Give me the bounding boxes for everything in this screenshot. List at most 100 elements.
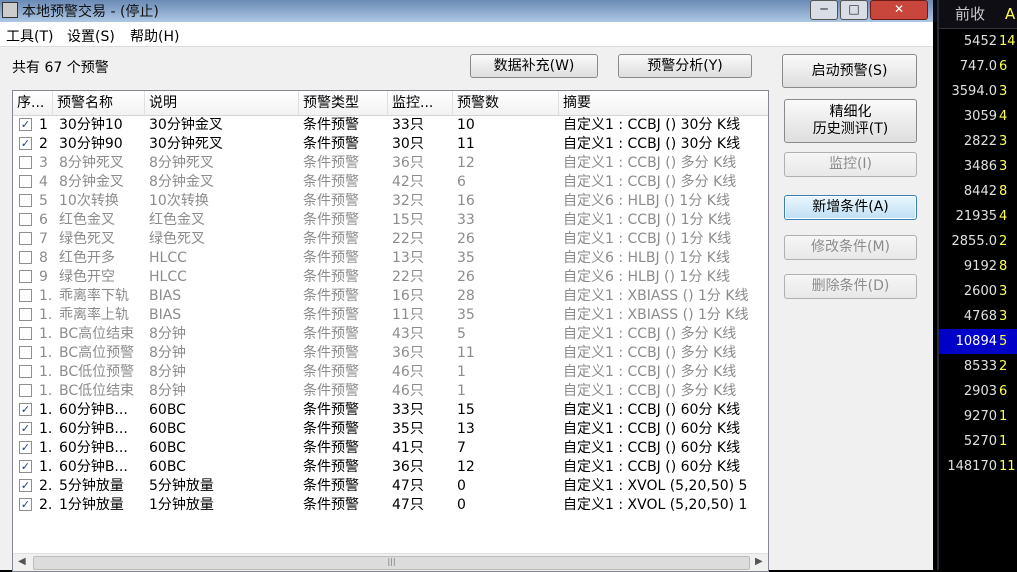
maximize-button[interactable]: □ bbox=[840, 0, 868, 20]
extra-value: 3 bbox=[999, 309, 1008, 324]
prev-close-value: 21935 bbox=[955, 209, 997, 224]
row-checkbox[interactable] bbox=[19, 213, 32, 226]
market-row[interactable]: 2903 6 bbox=[939, 379, 1017, 404]
market-row[interactable]: 747.0 6 bbox=[939, 54, 1017, 79]
market-row[interactable]: 2822 3 bbox=[939, 129, 1017, 154]
list-row[interactable]: 1. BC低位结束 8分钟 条件预警 46只 1 自定义1 : CCBJ () 多分 K线 bbox=[13, 382, 768, 401]
row-seq: 1 bbox=[39, 117, 48, 133]
row-checkbox[interactable]: ✓ bbox=[19, 498, 32, 511]
col-monitor[interactable]: 监控... bbox=[388, 91, 453, 115]
market-row[interactable]: 5270 1 bbox=[939, 429, 1017, 454]
list-row[interactable]: 1. BC高位结束 8分钟 条件预警 43只 5 自定义1 : CCBJ () 多分 K线 bbox=[13, 325, 768, 344]
list-row[interactable]: ✓ 1. 60分钟B... 60BC 条件预警 35只 13 自定义1 : CCBJ () 6… bbox=[13, 420, 768, 439]
row-checkbox[interactable] bbox=[19, 384, 32, 397]
market-row[interactable]: 9270 1 bbox=[939, 404, 1017, 429]
market-row[interactable]: 3486 3 bbox=[939, 154, 1017, 179]
col-summary[interactable]: 摘要 bbox=[559, 91, 768, 115]
market-row[interactable]: 3059 4 bbox=[939, 104, 1017, 129]
list-row[interactable]: 5 10次转换 10次转换 条件预警 32只 16 自定义6 : HLBJ () 1分 K线 bbox=[13, 192, 768, 211]
row-checkbox[interactable] bbox=[19, 194, 32, 207]
list-row[interactable]: ✓ 1 30分钟10 30分钟金叉 条件预警 33只 10 自定义1 : CCBJ () 30… bbox=[13, 116, 768, 135]
monitor-button[interactable]: 监控(I) bbox=[784, 152, 917, 177]
row-monitor: 47只 bbox=[392, 497, 424, 513]
row-checkbox[interactable] bbox=[19, 251, 32, 264]
market-row[interactable]: 8533 2 bbox=[939, 354, 1017, 379]
market-row[interactable]: 9192 8 bbox=[939, 254, 1017, 279]
close-button[interactable]: ✕ bbox=[870, 0, 928, 20]
data-fill-button[interactable]: 数据补充(W) bbox=[470, 54, 598, 78]
row-seq: 1. bbox=[39, 440, 53, 456]
row-checkbox[interactable] bbox=[19, 365, 32, 378]
start-alert-button[interactable]: 启动预警(S) bbox=[782, 54, 917, 88]
list-row[interactable]: 3 8分钟死叉 8分钟死叉 条件预警 36只 12 自定义1 : CCBJ () 多分 K线 bbox=[13, 154, 768, 173]
horizontal-scrollbar[interactable]: ◀ ||| ▶ bbox=[13, 553, 768, 571]
scroll-left-icon[interactable]: ◀ bbox=[18, 556, 26, 567]
row-checkbox[interactable] bbox=[19, 156, 32, 169]
list-row[interactable]: ✓ 1. 60分钟B... 60BC 条件预警 41只 7 自定义1 : CCBJ () 60… bbox=[13, 439, 768, 458]
row-checkbox[interactable]: ✓ bbox=[19, 460, 32, 473]
market-row[interactable]: 2855.0 2 bbox=[939, 229, 1017, 254]
col-desc[interactable]: 说明 bbox=[145, 91, 299, 115]
row-checkbox[interactable]: ✓ bbox=[19, 422, 32, 435]
list-row[interactable]: 6 红色金叉 红色金叉 条件预警 15只 33 自定义1 : CCBJ () 1分 K线 bbox=[13, 211, 768, 230]
row-checkbox[interactable]: ✓ bbox=[19, 441, 32, 454]
market-row[interactable]: 21935 4 bbox=[939, 204, 1017, 229]
list-row[interactable]: 1. 乖离率下轨 BIAS 条件预警 16只 28 自定义1 : XBIASS () 1分 … bbox=[13, 287, 768, 306]
col-count[interactable]: 预警数 bbox=[453, 91, 559, 115]
list-row[interactable]: 4 8分钟金叉 8分钟金叉 条件预警 42只 6 自定义1 : CCBJ () 多分 K线 bbox=[13, 173, 768, 192]
list-row[interactable]: ✓ 2 30分钟90 30分钟死叉 条件预警 30只 11 自定义1 : CCBJ () 30… bbox=[13, 135, 768, 154]
column-header-extra[interactable]: A bbox=[1005, 0, 1015, 28]
row-count: 0 bbox=[457, 478, 466, 494]
prev-close-value: 9270 bbox=[963, 409, 997, 424]
row-checkbox[interactable] bbox=[19, 270, 32, 283]
row-checkbox[interactable] bbox=[19, 308, 32, 321]
alert-analysis-button[interactable]: 预警分析(Y) bbox=[618, 54, 752, 78]
market-row[interactable]: 10894 5 bbox=[939, 329, 1017, 354]
list-row[interactable]: 8 红色开多 HLCC 条件预警 13只 35 自定义6 : HLBJ () 1分 K线 bbox=[13, 249, 768, 268]
edit-condition-button[interactable]: 修改条件(M) bbox=[784, 235, 917, 260]
row-seq: 1. bbox=[39, 345, 53, 361]
list-row[interactable]: 7 绿色死叉 绿色死叉 条件预警 22只 26 自定义1 : CCBJ () 1分 K线 bbox=[13, 230, 768, 249]
list-row[interactable]: 1. BC高位预警 8分钟 条件预警 36只 11 自定义1 : CCBJ () 多分 K线 bbox=[13, 344, 768, 363]
list-row[interactable]: 1. BC低位预警 8分钟 条件预警 46只 1 自定义1 : CCBJ () 多分 K线 bbox=[13, 363, 768, 382]
col-seq[interactable]: 序... bbox=[13, 91, 53, 115]
list-row[interactable]: ✓ 1. 60分钟B... 60BC 条件预警 33只 15 自定义1 : CCBJ () 6… bbox=[13, 401, 768, 420]
prev-close-header[interactable]: 前收 bbox=[955, 5, 985, 23]
row-checkbox[interactable]: ✓ bbox=[19, 403, 32, 416]
row-checkbox[interactable] bbox=[19, 289, 32, 302]
col-type[interactable]: 预警类型 bbox=[299, 91, 388, 115]
market-row[interactable]: 3594.0 3 bbox=[939, 79, 1017, 104]
list-row[interactable]: 1. 乖离率上轨 BIAS 条件预警 11只 35 自定义1 : XBIASS () 1分 … bbox=[13, 306, 768, 325]
list-row[interactable]: ✓ 2. 1分钟放量 1分钟放量 条件预警 47只 0 自定义1 : XVOL (5,20,5… bbox=[13, 496, 768, 515]
row-desc: 60BC bbox=[149, 459, 186, 475]
row-checkbox[interactable] bbox=[19, 232, 32, 245]
row-seq: 1. bbox=[39, 459, 53, 475]
market-row[interactable]: 2600 3 bbox=[939, 279, 1017, 304]
row-checkbox[interactable] bbox=[19, 175, 32, 188]
market-row[interactable]: 4768 3 bbox=[939, 304, 1017, 329]
scroll-right-icon[interactable]: ▶ bbox=[755, 556, 763, 567]
row-checkbox[interactable]: ✓ bbox=[19, 137, 32, 150]
scrollbar-thumb[interactable]: ||| bbox=[33, 556, 750, 570]
title-bar[interactable]: 本地预警交易 - (停止) ─ □ ✕ bbox=[0, 0, 933, 22]
market-row[interactable]: 8442 8 bbox=[939, 179, 1017, 204]
list-row[interactable]: ✓ 2. 5分钟放量 5分钟放量 条件预警 47只 0 自定义1 : XVOL (5,20,5… bbox=[13, 477, 768, 496]
row-summary: 自定义1 : XBIASS () 1分 K线 bbox=[563, 307, 749, 323]
col-name[interactable]: 预警名称 bbox=[53, 91, 145, 115]
delete-condition-button[interactable]: 删除条件(D) bbox=[784, 274, 917, 299]
row-checkbox[interactable]: ✓ bbox=[19, 479, 32, 492]
add-condition-button[interactable]: 新增条件(A) bbox=[784, 195, 917, 220]
row-checkbox[interactable]: ✓ bbox=[19, 118, 32, 131]
market-row[interactable]: 5452 14 bbox=[939, 29, 1017, 54]
list-row[interactable]: 9 绿色开空 HLCC 条件预警 22只 26 自定义6 : HLBJ () 1分 K线 bbox=[13, 268, 768, 287]
list-row[interactable]: ✓ 1. 60分钟B... 60BC 条件预警 36只 12 自定义1 : CCBJ () 6… bbox=[13, 458, 768, 477]
row-checkbox[interactable] bbox=[19, 346, 32, 359]
menu-settings[interactable]: 设置(S) bbox=[67, 26, 115, 46]
row-seq: 2. bbox=[39, 497, 53, 513]
minimize-button[interactable]: ─ bbox=[810, 0, 838, 20]
history-evaluation-button[interactable]: 精细化 历史测评(T) bbox=[784, 99, 917, 143]
market-row[interactable]: 148170 11 bbox=[939, 454, 1017, 479]
menu-help[interactable]: 帮助(H) bbox=[130, 26, 179, 46]
row-checkbox[interactable] bbox=[19, 327, 32, 340]
menu-tools[interactable]: 工具(T) bbox=[6, 26, 53, 46]
